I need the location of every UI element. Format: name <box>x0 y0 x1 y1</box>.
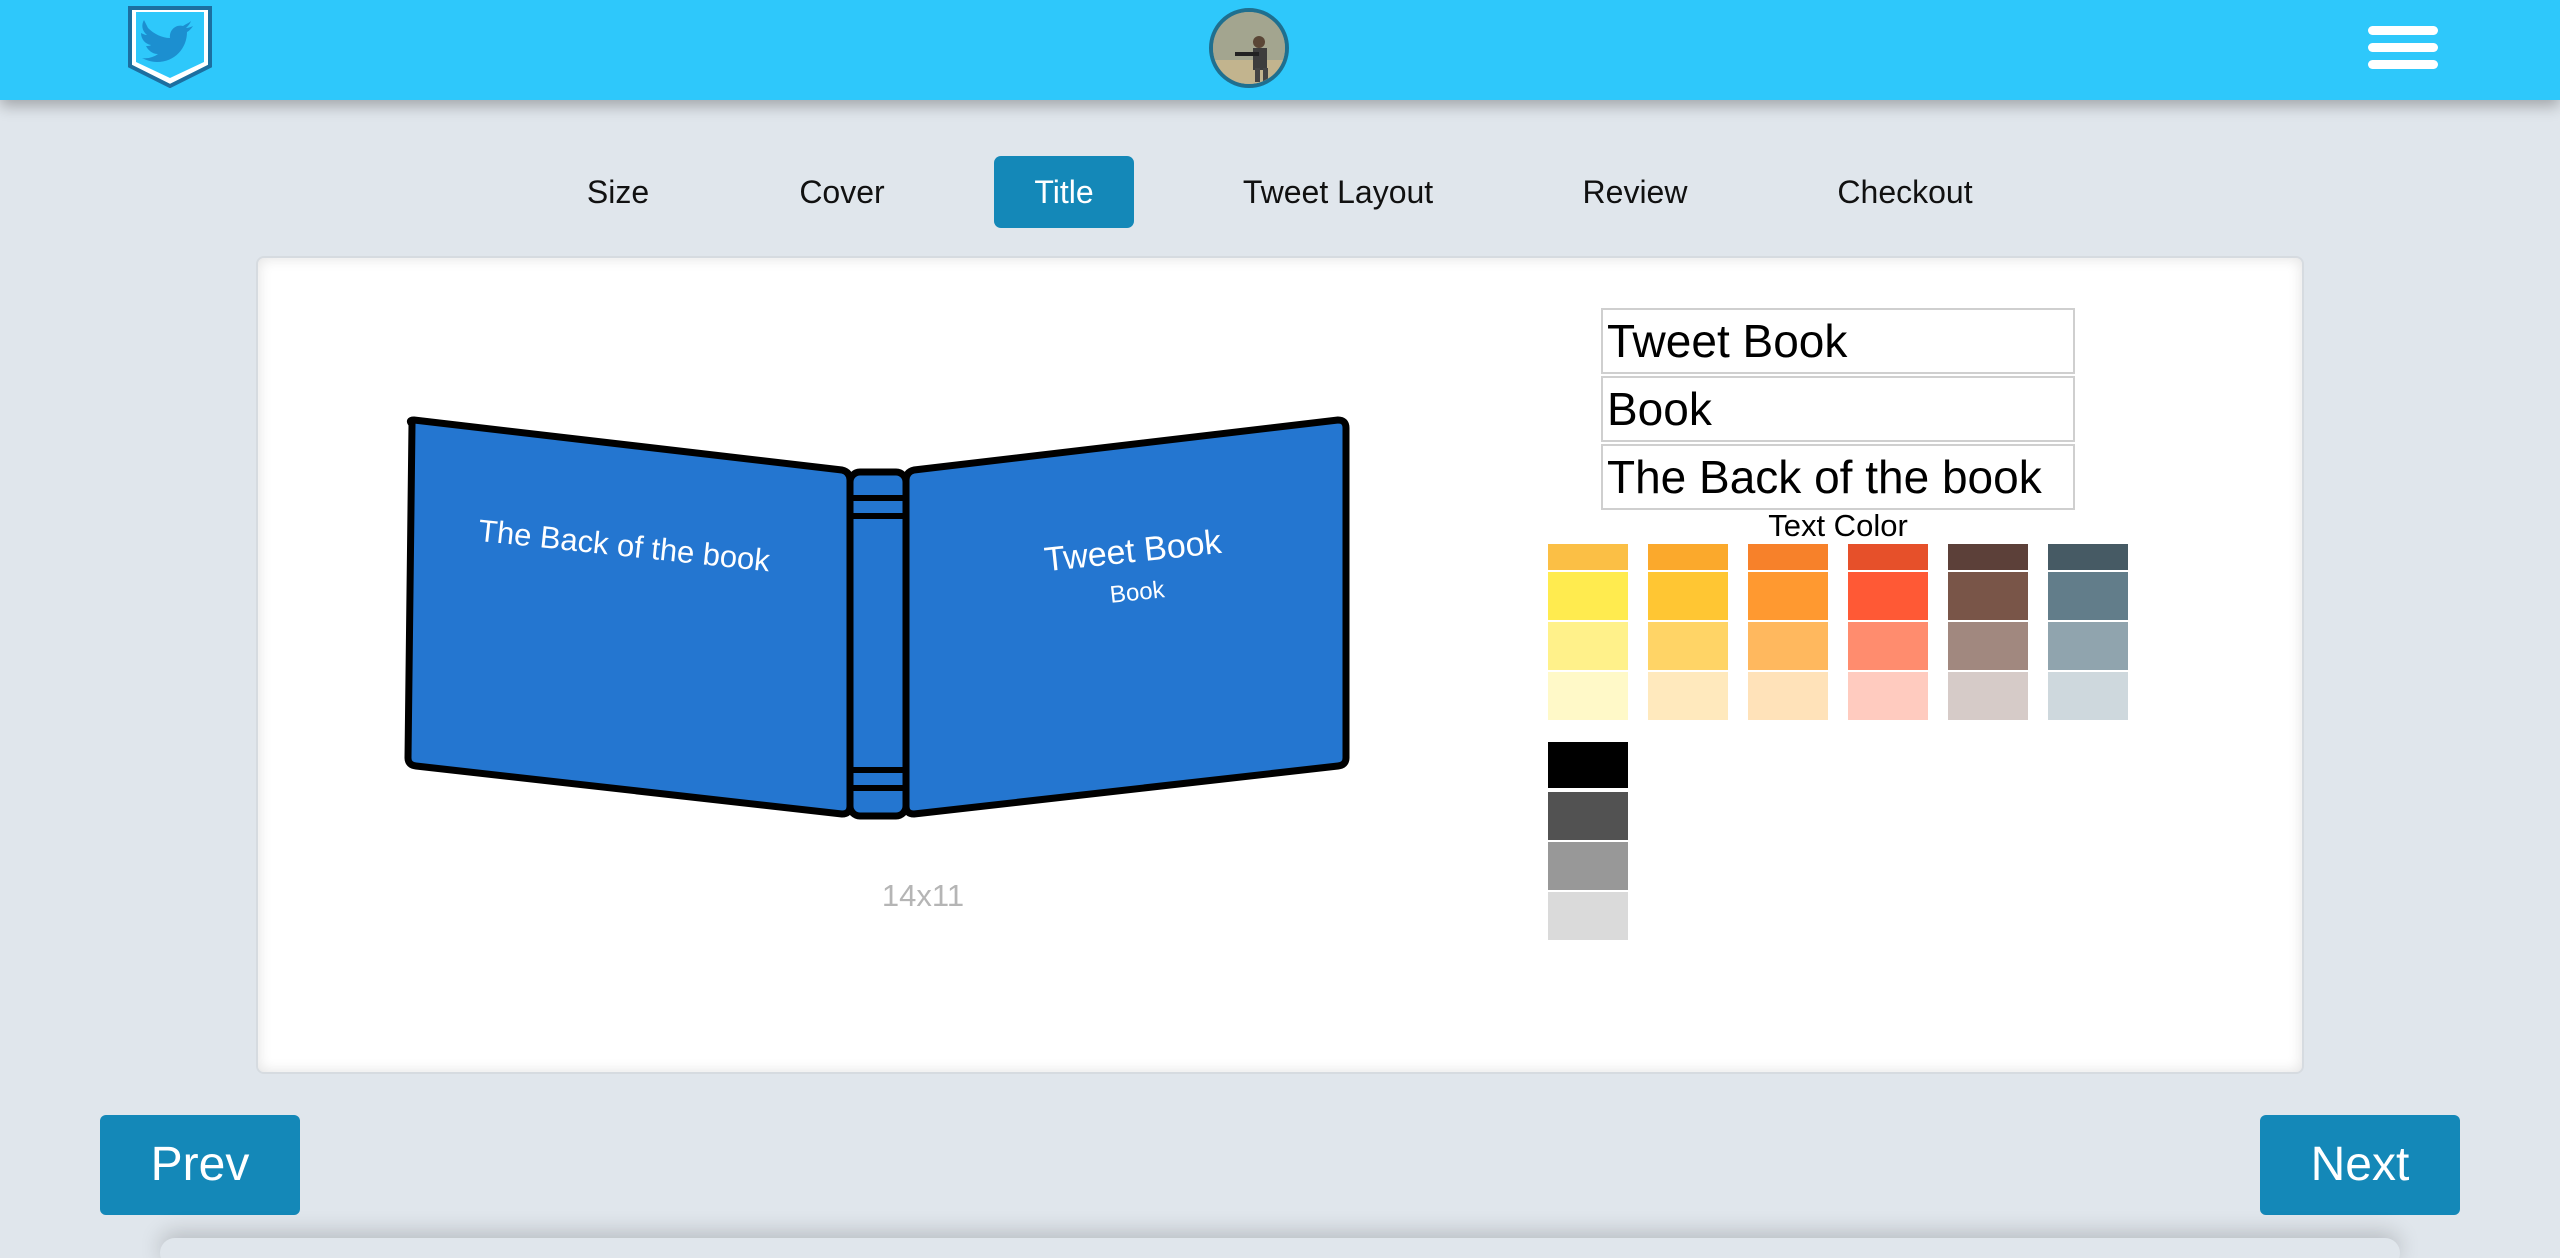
color-swatch[interactable] <box>2048 672 2128 720</box>
color-swatch[interactable] <box>1748 672 1828 720</box>
top-nav-bar <box>0 0 2560 100</box>
color-swatch[interactable] <box>1648 672 1728 720</box>
back-text-input[interactable] <box>1601 444 2075 510</box>
tab-checkout[interactable]: Checkout <box>1812 156 1998 228</box>
color-swatch[interactable] <box>1848 572 1928 620</box>
color-swatch[interactable] <box>1948 572 2028 620</box>
tab-review[interactable]: Review <box>1560 156 1710 228</box>
color-swatch[interactable] <box>1948 622 2028 670</box>
gray-color-swatch[interactable] <box>1548 842 1628 890</box>
step-tabs: Size Cover Title Tweet Layout Review Che… <box>0 156 2560 228</box>
color-swatch[interactable] <box>1848 672 1928 720</box>
color-swatch[interactable] <box>1548 544 1628 570</box>
book-spine <box>846 468 910 820</box>
next-button[interactable]: Next <box>2260 1115 2460 1215</box>
tab-size[interactable]: Size <box>556 156 680 228</box>
user-avatar[interactable] <box>1209 8 1289 88</box>
avatar-photo <box>1213 12 1285 84</box>
color-swatch[interactable] <box>1748 622 1828 670</box>
twitter-bird-shield-icon[interactable] <box>126 6 214 88</box>
book-title-input[interactable] <box>1601 308 2075 374</box>
text-color-label: Text Color <box>1768 508 1908 543</box>
color-swatch[interactable] <box>2048 622 2128 670</box>
color-swatch[interactable] <box>1848 622 1928 670</box>
color-swatch[interactable] <box>1648 572 1728 620</box>
gray-color-swatch[interactable] <box>1548 792 1628 840</box>
color-swatch[interactable] <box>1548 622 1628 670</box>
color-swatch[interactable] <box>1648 544 1728 570</box>
book-back-cover <box>404 416 854 818</box>
editor-panel: The Back of the book Tweet Book Book 14x… <box>256 256 2304 1074</box>
page-bottom-shadow <box>160 1238 2400 1258</box>
color-swatch[interactable] <box>1748 572 1828 620</box>
prev-button[interactable]: Prev <box>100 1115 300 1215</box>
color-swatch[interactable] <box>2048 572 2128 620</box>
gray-color-swatch[interactable] <box>1548 742 1628 788</box>
book-size-label: 14x11 <box>881 878 965 913</box>
book-subtitle-input[interactable] <box>1601 376 2075 442</box>
book-front-cover <box>902 416 1350 818</box>
tab-title[interactable]: Title <box>994 156 1134 228</box>
menu-line <box>2368 26 2438 35</box>
gray-color-swatch[interactable] <box>1548 892 1628 940</box>
color-swatch[interactable] <box>1948 544 2028 570</box>
hamburger-menu-icon[interactable] <box>2368 26 2440 78</box>
color-swatch[interactable] <box>1748 544 1828 570</box>
tab-tweet-layout[interactable]: Tweet Layout <box>1224 156 1452 228</box>
color-swatch[interactable] <box>2048 544 2128 570</box>
tab-cover[interactable]: Cover <box>774 156 910 228</box>
menu-line <box>2368 60 2438 69</box>
menu-line <box>2368 43 2438 52</box>
color-swatch[interactable] <box>1848 544 1928 570</box>
color-swatch[interactable] <box>1548 672 1628 720</box>
color-swatch[interactable] <box>1948 672 2028 720</box>
color-swatch[interactable] <box>1648 622 1728 670</box>
color-swatch[interactable] <box>1548 572 1628 620</box>
